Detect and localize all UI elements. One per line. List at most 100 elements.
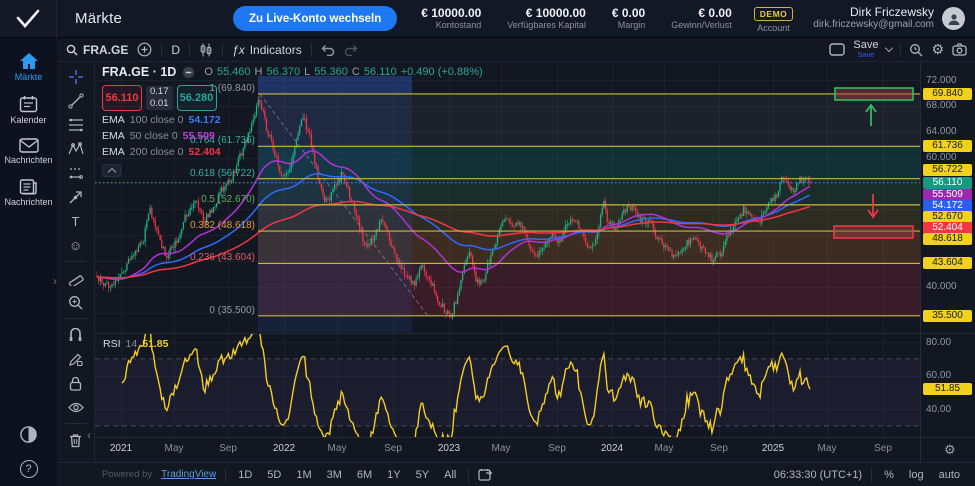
chart-toolbar: FRA.GE D ƒx Indicators Save Save <box>57 38 975 62</box>
sidebar-item-nachrichten-mail[interactable]: Nachrichten <box>0 132 57 172</box>
buy-button[interactable]: 56.280 <box>177 85 217 111</box>
price-axis-label: 61.736 <box>923 140 972 152</box>
lock-drawings-tool[interactable] <box>69 375 82 391</box>
logo-check-icon <box>15 9 41 29</box>
pattern-tool[interactable] <box>68 141 84 157</box>
arrow-marker-tool[interactable] <box>68 189 83 205</box>
magnet-tool[interactable] <box>68 327 83 343</box>
rsi-legend[interactable]: RSI1451.85 <box>103 338 168 350</box>
range-5d[interactable]: 5D <box>264 469 284 481</box>
account-type: DEMO Account <box>754 4 794 33</box>
help-icon[interactable]: ? <box>20 460 38 478</box>
interval-button[interactable]: D <box>171 43 180 57</box>
price-axis-label: 69.840 <box>923 88 972 100</box>
sidebar-item-kalender[interactable]: Kalender <box>0 89 57 132</box>
drawing-toolbar: T ☺ <box>57 62 95 462</box>
tradingview-link[interactable]: TradingView <box>161 469 216 480</box>
undo-icon[interactable] <box>321 44 335 56</box>
symbol-search-button[interactable]: FRA.GE <box>66 43 128 57</box>
switch-live-account-button[interactable]: Zu Live-Konto wechseln <box>233 6 397 31</box>
remove-drawings-tool[interactable] <box>69 432 82 448</box>
sidebar-expand-chevron[interactable]: › <box>53 274 57 288</box>
toolbar-collapse-chevron[interactable]: ‹ <box>87 428 91 442</box>
settings-gear-icon[interactable]: ⚙ <box>931 41 944 58</box>
avatar[interactable] <box>942 7 965 30</box>
layout-icon[interactable] <box>829 43 845 56</box>
stat-margin: € 0.00 Margin <box>612 7 645 31</box>
camera-icon[interactable] <box>952 43 967 56</box>
price-axis-label: 35.500 <box>923 310 972 322</box>
crosshair-tool[interactable] <box>68 69 84 85</box>
price-axis-label: 40.000 <box>926 281 957 292</box>
auto-scale-button[interactable]: auto <box>936 469 963 481</box>
user-email: dirk.friczewsky@gmail.com <box>813 19 934 31</box>
indicator-row-ema100[interactable]: EMA100 close 054.172 <box>102 114 483 127</box>
price-axis-label: 68.000 <box>926 100 957 111</box>
chart-area: FRA.GE · 1D O55.460 H56.370 L55.360 C56.… <box>95 62 975 462</box>
save-button[interactable]: Save Save <box>853 41 878 59</box>
hide-series-icon[interactable] <box>182 66 195 79</box>
quick-search-icon[interactable] <box>909 43 923 57</box>
rsi-axis-label: 40.00 <box>926 404 951 415</box>
candle-style-icon[interactable] <box>199 43 213 57</box>
time-axis-label: May <box>165 443 184 454</box>
price-axis-label: 72.000 <box>926 75 957 86</box>
sell-button[interactable]: 56.110 <box>102 85 142 111</box>
time-axis-label: 2023 <box>438 443 460 454</box>
drawing-mode-tool[interactable] <box>68 351 83 367</box>
user-info: Dirk Friczewsky dirk.friczewsky@gmail.co… <box>813 6 934 31</box>
legend-symbol[interactable]: FRA.GE · 1D <box>102 65 176 79</box>
clock[interactable]: 06:33:30 (UTC+1) <box>774 469 862 481</box>
time-axis-label: 2022 <box>273 443 295 454</box>
ohlc-values: O55.460 H56.370 L55.360 C56.110 +0.490 (… <box>204 66 482 78</box>
fib-level-label: 0.236 (43.604) <box>190 252 255 263</box>
range-1d[interactable]: 1D <box>235 469 255 481</box>
indicators-button[interactable]: ƒx Indicators <box>232 43 302 57</box>
range-all[interactable]: All <box>441 469 459 481</box>
legend-collapse-button[interactable] <box>102 164 121 177</box>
search-icon <box>66 44 78 56</box>
toolbar-divider <box>311 43 312 57</box>
fib-level-label: 0 (35.500) <box>209 305 255 316</box>
log-scale-button[interactable]: log <box>906 469 927 481</box>
range-3m[interactable]: 3M <box>324 469 345 481</box>
measure-tool[interactable] <box>68 270 84 286</box>
app-logo[interactable] <box>0 0 57 38</box>
fx-icon: ƒx <box>232 43 245 57</box>
news-icon <box>19 178 38 195</box>
theme-toggle-icon[interactable] <box>19 425 38 444</box>
page-title: Märkte <box>75 10 122 27</box>
time-axis-label: May <box>818 443 837 454</box>
hide-drawings-tool[interactable] <box>68 399 84 415</box>
tool-separator <box>65 423 87 424</box>
compare-add-icon[interactable] <box>137 42 152 57</box>
fib-retracement-tool[interactable] <box>68 117 84 133</box>
forecast-tool[interactable] <box>68 165 84 181</box>
percent-scale-button[interactable]: % <box>881 469 897 481</box>
home-icon <box>19 52 39 70</box>
time-axis-label: Sep <box>548 443 566 454</box>
axis-settings-gear-icon[interactable]: ⚙ <box>944 442 956 458</box>
calendar-icon <box>19 95 38 113</box>
indicator-row-ema50[interactable]: EMA50 close 055.509 <box>102 130 483 143</box>
chart-legend: FRA.GE · 1D O55.460 H56.370 L55.360 C56.… <box>102 65 483 177</box>
change-value: +0.490 (+0.88%) <box>401 66 483 78</box>
save-chevron-down-icon[interactable] <box>885 44 893 52</box>
emoji-tool[interactable]: ☺ <box>69 237 82 253</box>
rsi-axis-label: 80.00 <box>926 337 951 348</box>
trend-line-tool[interactable] <box>68 93 84 109</box>
sidebar-item-maerkte[interactable]: Märkte <box>0 46 57 89</box>
range-6m[interactable]: 6M <box>354 469 375 481</box>
indicator-row-ema200[interactable]: EMA200 close 052.404 <box>102 146 483 159</box>
text-tool[interactable]: T <box>72 213 80 229</box>
zoom-in-tool[interactable] <box>68 294 83 310</box>
sidebar-item-nachrichten-news[interactable]: Nachrichten <box>0 172 57 214</box>
go-to-date-icon[interactable] <box>478 468 493 481</box>
range-1y[interactable]: 1Y <box>384 469 403 481</box>
powered-by: Powered by <box>102 469 152 480</box>
range-1m[interactable]: 1M <box>293 469 314 481</box>
redo-icon[interactable] <box>344 44 358 56</box>
range-5y[interactable]: 5Y <box>413 469 432 481</box>
price-axis-label: 48.618 <box>923 233 972 245</box>
stat-gewinn-verlust: € 0.00 Gewinn/Verlust <box>671 7 732 31</box>
